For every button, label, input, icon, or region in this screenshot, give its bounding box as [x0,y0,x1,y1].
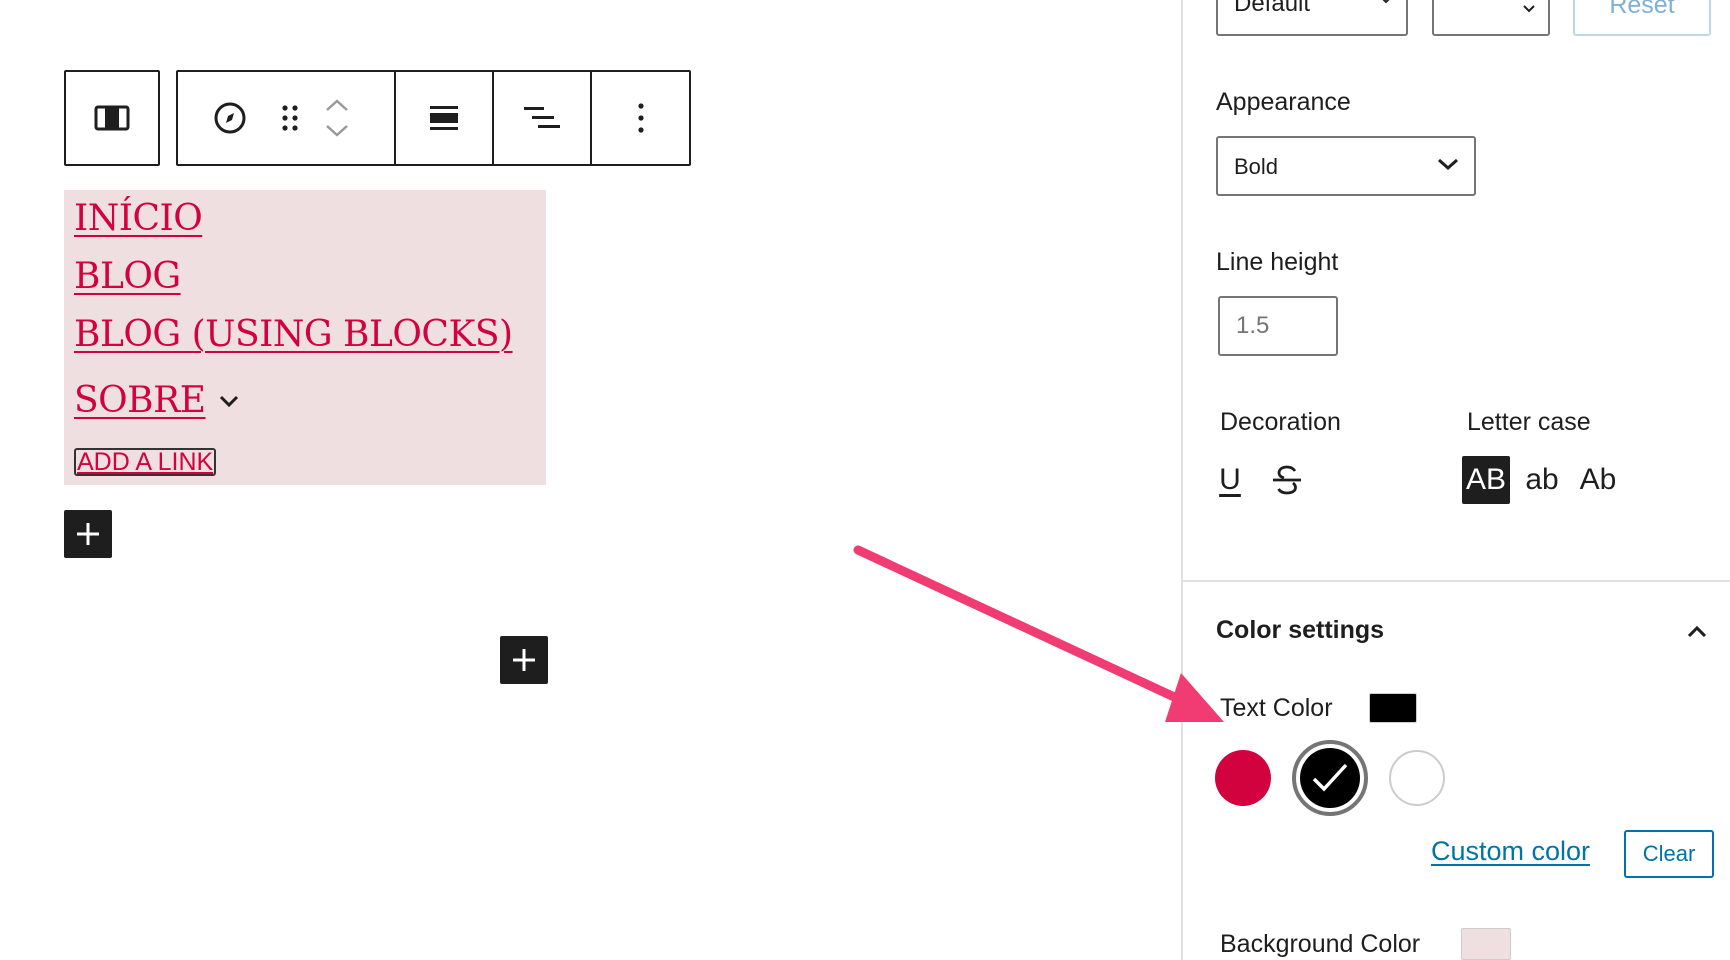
plus-icon [77,523,99,545]
background-color-indicator [1461,928,1511,960]
appearance-value: Bold [1234,154,1279,179]
justification-button[interactable] [396,72,494,164]
font-size-select[interactable]: Default [1216,0,1408,36]
clear-color-button[interactable]: Clear [1624,830,1714,878]
inserter-button[interactable] [500,636,548,684]
line-height-input[interactable]: 1.5 [1218,296,1338,356]
drag-handle-button[interactable] [268,70,312,166]
font-size-value: Default [1234,0,1311,17]
toolbar-move-group [178,72,396,164]
uppercase-button[interactable]: AB [1462,456,1510,504]
navigation-parent-icon [94,105,130,131]
capitalize-button[interactable]: Ab [1574,456,1622,504]
color-settings-title[interactable]: Color settings [1216,616,1384,645]
editor-canvas: INÍCIO BLOG BLOG (USING BLOCKS) SOBRE AD… [0,0,1181,960]
panel-divider [1183,580,1730,582]
decoration-label: Decoration [1220,408,1341,436]
block-appender-button[interactable] [64,510,112,558]
more-options-button[interactable] [592,72,689,164]
select-parent-button[interactable] [66,72,158,164]
strikethrough-icon [1273,465,1301,495]
block-toolbar [176,70,691,166]
chevron-down-icon [1382,0,1390,4]
checkmark-icon [1312,763,1348,792]
strikethrough-button[interactable] [1263,456,1311,504]
alignment-button[interactable] [494,72,592,164]
navigation-block[interactable]: INÍCIO BLOG BLOG (USING BLOCKS) SOBRE AD… [64,190,546,485]
font-size-unit-select[interactable] [1432,0,1550,36]
add-link-button[interactable]: ADD A LINK [74,448,217,476]
underline-glyph: U [1219,463,1241,496]
color-option-black-fill [1300,748,1360,808]
letter-case-label: Letter case [1467,408,1591,436]
submenu-chevron-icon[interactable] [218,394,240,408]
drag-handle-icon [282,105,298,131]
chevron-down-icon[interactable] [324,123,350,139]
text-color-label: Text Color [1220,694,1333,722]
color-option-white[interactable] [1389,750,1445,806]
chevron-up-icon [1687,625,1707,638]
plus-icon [513,649,535,671]
color-option-red[interactable] [1215,750,1271,806]
appearance-select[interactable]: Bold [1216,136,1476,196]
more-vertical-icon [637,103,644,133]
nav-item-inicio[interactable]: INÍCIO [74,198,203,239]
nav-item-blog-using-blocks[interactable]: BLOG (USING BLOCKS) [74,314,513,355]
chevron-up-icon[interactable] [324,97,350,113]
lowercase-button[interactable]: ab [1518,456,1566,504]
nav-item-sobre[interactable]: SOBRE [74,380,240,421]
appearance-label: Appearance [1216,88,1351,116]
nav-item-blog[interactable]: BLOG [74,256,181,297]
color-settings-toggle[interactable] [1679,614,1715,650]
background-color-label: Background Color [1220,930,1421,958]
block-toolbar-parent [64,70,160,166]
nav-item-sobre-label: SOBRE [74,380,206,421]
compass-icon [214,102,246,134]
chevron-down-icon [1523,5,1535,13]
chevron-down-icon [1438,158,1458,171]
color-option-black[interactable] [1292,740,1368,816]
align-icon [524,107,560,128]
justify-icon [430,106,458,130]
move-buttons [324,97,350,139]
text-color-indicator [1369,693,1417,723]
reset-button[interactable]: Reset [1573,0,1711,36]
underline-button[interactable]: U [1206,456,1254,504]
block-type-button[interactable] [208,70,252,166]
custom-color-link[interactable]: Custom color [1431,836,1590,867]
line-height-label: Line height [1216,248,1339,276]
